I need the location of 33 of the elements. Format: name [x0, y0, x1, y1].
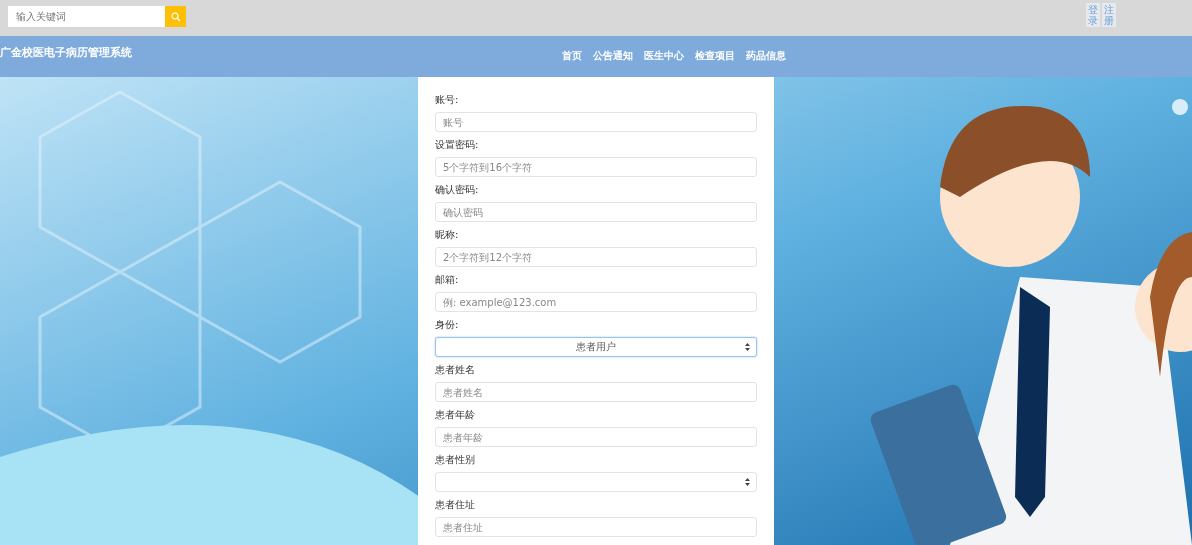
nav-link[interactable]: 药品信息: [746, 49, 786, 63]
auth-link[interactable]: 注册: [1102, 3, 1116, 27]
sort-arrows-icon: [745, 478, 750, 486]
search-icon: [170, 11, 181, 22]
nav-link[interactable]: 公告通知: [593, 49, 633, 63]
field-label: 设置密码:: [435, 138, 479, 151]
field-label: 患者性别: [435, 453, 475, 466]
nav-link[interactable]: 医生中心: [644, 49, 684, 63]
select-field[interactable]: 患者用户: [435, 337, 757, 357]
search-button[interactable]: [165, 6, 186, 27]
sort-arrows-icon: [745, 343, 750, 351]
input-field[interactable]: 例: example@123.com: [435, 292, 757, 312]
input-field[interactable]: 患者年龄: [435, 427, 757, 447]
field-label: 确认密码:: [435, 183, 479, 196]
field-label: 患者姓名: [435, 363, 475, 376]
field-label: 患者住址: [435, 498, 475, 511]
input-field[interactable]: 患者姓名: [435, 382, 757, 402]
field-label: 邮箱:: [435, 273, 459, 286]
field-label: 患者年龄: [435, 408, 475, 421]
field-label: 身份:: [435, 318, 459, 331]
auth-link[interactable]: 登录: [1086, 3, 1100, 27]
site-title: 广金校医电子病历管理系统: [0, 45, 132, 60]
input-field[interactable]: 账号: [435, 112, 757, 132]
field-label: 账号:: [435, 93, 459, 106]
nav-link[interactable]: 检查项目: [695, 49, 735, 63]
search-field[interactable]: 输入关键词: [8, 6, 165, 27]
nav-link[interactable]: 首页: [562, 49, 582, 63]
input-field[interactable]: 2个字符到12个字符: [435, 247, 757, 267]
select-field[interactable]: [435, 472, 757, 492]
input-field[interactable]: 5个字符到16个字符: [435, 157, 757, 177]
field-label: 昵称:: [435, 228, 459, 241]
input-field[interactable]: 确认密码: [435, 202, 757, 222]
input-field[interactable]: 患者住址: [435, 517, 757, 537]
